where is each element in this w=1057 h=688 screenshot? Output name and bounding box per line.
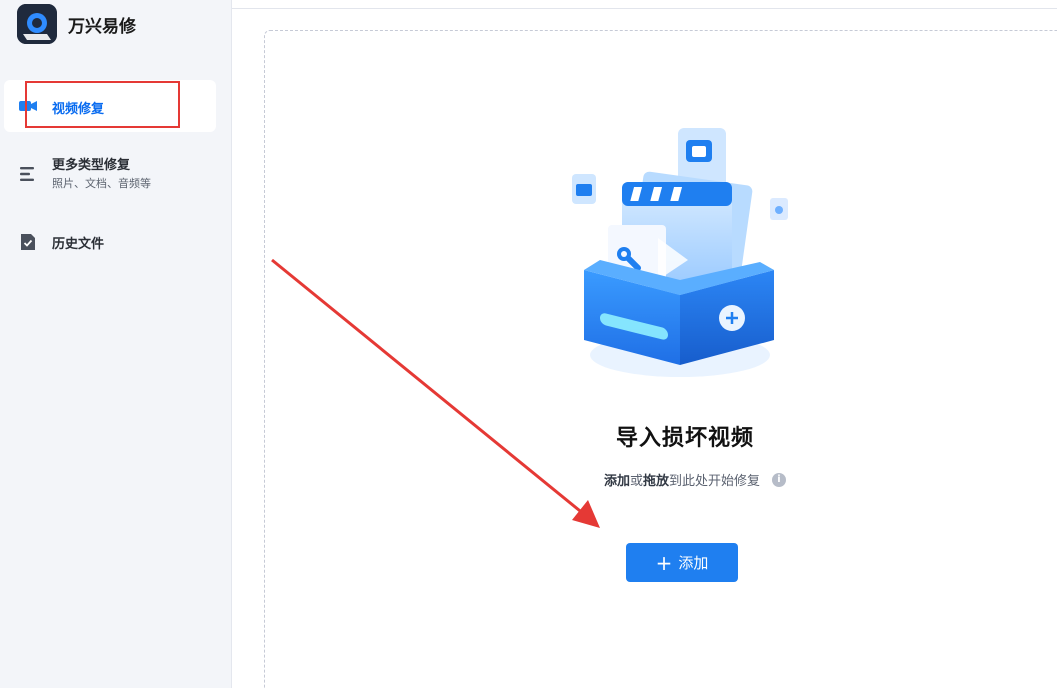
drop-hint-text: 添加或拖放到此处开始修复 bbox=[560, 470, 760, 489]
sidebar-item-more-repair[interactable]: 更多类型修复 照片、文档、音频等 bbox=[4, 150, 216, 196]
page-title: 导入损坏视频 bbox=[615, 426, 754, 451]
sidebar-item-label: 历史文件 bbox=[52, 237, 105, 252]
video-camera-icon bbox=[19, 101, 37, 111]
add-button[interactable]: + 添加 bbox=[626, 543, 738, 582]
sidebar-item-history[interactable]: 历史文件 bbox=[4, 224, 216, 260]
hint-drag-text: 拖放 bbox=[642, 474, 669, 489]
sidebar-item-label: 视频修复 bbox=[52, 102, 105, 117]
plus-icon: + bbox=[655, 550, 673, 575]
sidebar-item-sublabel: 照片、文档、音频等 bbox=[52, 177, 151, 190]
sidebar-item-label: 更多类型修复 bbox=[52, 158, 131, 173]
hint-rest-text: 到此处开始修复 bbox=[668, 474, 760, 489]
sidebar: 万兴易修 视频修复 更多类型修复 照片、文档、音频等 历史文件 bbox=[0, 0, 232, 688]
header-divider bbox=[232, 8, 1057, 9]
file-check-icon bbox=[21, 234, 35, 250]
import-video-illustration bbox=[572, 128, 788, 377]
add-button-label: 添加 bbox=[678, 554, 709, 572]
app-logo-icon bbox=[17, 4, 57, 44]
info-icon[interactable]: i bbox=[772, 473, 786, 487]
app-title: 万兴易修 bbox=[68, 16, 136, 37]
sidebar-item-video-repair[interactable]: 视频修复 bbox=[4, 80, 216, 132]
list-icon bbox=[20, 167, 34, 181]
hint-or-text: 或 bbox=[629, 474, 643, 489]
brand: 万兴易修 bbox=[17, 4, 136, 44]
hint-add-text: 添加 bbox=[603, 474, 630, 489]
